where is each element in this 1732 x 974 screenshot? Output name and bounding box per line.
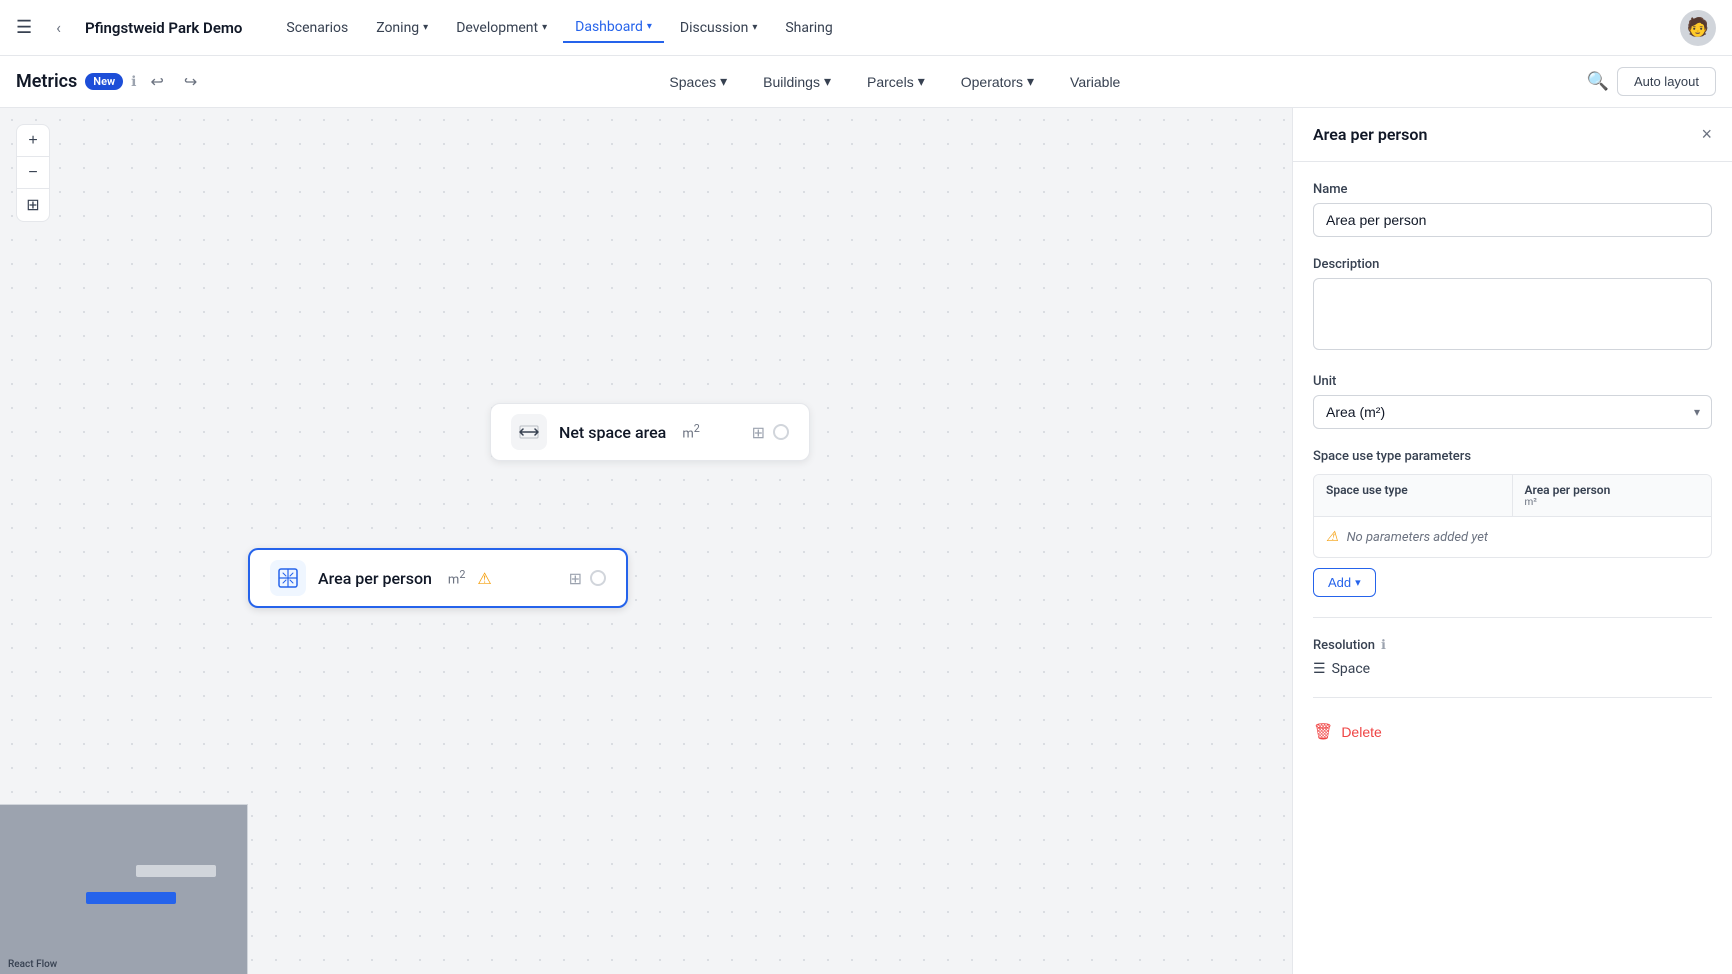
nav-scenarios[interactable]: Scenarios <box>274 13 360 43</box>
spaces-tool[interactable]: Spaces ▾ <box>653 67 743 96</box>
trash-icon: 🗑 <box>1313 722 1333 742</box>
area-person-table-icon[interactable]: ⊞ <box>569 569 582 588</box>
close-panel-button[interactable]: × <box>1701 124 1712 145</box>
sut-warning-icon: ⚠ <box>1326 529 1339 545</box>
zoom-out-button[interactable]: − <box>17 157 49 189</box>
node-net-space[interactable]: Net space area m2 ⊞ <box>490 403 810 461</box>
add-button-wrapper: Add ▾ <box>1313 568 1712 597</box>
zoom-in-button[interactable]: + <box>17 125 49 157</box>
resolution-value: ☰ Space <box>1313 661 1712 677</box>
sut-table-header: Space use type Area per person m² <box>1314 475 1711 517</box>
canvas[interactable]: + − ⊞ Net space area m2 ⊞ <box>0 108 1292 974</box>
toolbar: Metrics New ℹ ↩ ↪ Spaces ▾ Buildings ▾ P… <box>0 56 1732 108</box>
minimap-node-2 <box>86 892 176 904</box>
resolution-header: Resolution ℹ <box>1313 638 1712 653</box>
minimap: React Flow <box>0 804 248 974</box>
sut-empty-row: ⚠ No parameters added yet <box>1314 517 1711 557</box>
resolution-info-icon[interactable]: ℹ <box>1381 638 1386 653</box>
avatar[interactable]: 🧑 <box>1680 10 1716 46</box>
sut-col-type: Space use type <box>1314 475 1513 516</box>
name-label: Name <box>1313 182 1712 197</box>
info-icon[interactable]: ℹ <box>131 74 136 90</box>
name-input[interactable] <box>1313 203 1712 237</box>
area-person-unit: m2 <box>448 568 466 587</box>
minimap-label: React Flow <box>0 955 247 974</box>
divider-1 <box>1313 617 1712 618</box>
nav-development[interactable]: Development ▾ <box>444 13 559 43</box>
panel-title: Area per person <box>1313 125 1427 144</box>
delete-section: 🗑 Delete <box>1313 718 1712 746</box>
nav-zoning[interactable]: Zoning ▾ <box>364 13 440 43</box>
undo-button[interactable]: ↩ <box>144 68 169 96</box>
panel-body: Name Description Unit Area (m²) Length (… <box>1293 162 1732 766</box>
space-use-type-section: Space use type parameters Space use type… <box>1313 449 1712 597</box>
net-space-label: Net space area <box>559 423 666 442</box>
unit-select[interactable]: Area (m²) Length (m) Count Percentage (%… <box>1313 395 1712 429</box>
auto-layout-button[interactable]: Auto layout <box>1617 67 1716 96</box>
name-field: Name <box>1313 182 1712 237</box>
hamburger-icon[interactable]: ☰ <box>16 17 32 38</box>
zoom-controls: + − ⊞ <box>16 124 50 222</box>
node-area-person[interactable]: Area per person m2 ⚠ ⊞ <box>248 548 628 608</box>
toolbar-right: 🔍 Auto layout <box>1587 67 1716 96</box>
new-badge[interactable]: New <box>85 73 123 90</box>
add-parameter-button[interactable]: Add ▾ <box>1313 568 1376 597</box>
unit-label: Unit <box>1313 374 1712 389</box>
nav-dashboard[interactable]: Dashboard ▾ <box>563 13 664 43</box>
variable-tool[interactable]: Variable <box>1054 67 1136 96</box>
resolution-section: Resolution ℹ ☰ Space <box>1313 638 1712 677</box>
divider-2 <box>1313 697 1712 698</box>
unit-field: Unit Area (m²) Length (m) Count Percenta… <box>1313 374 1712 429</box>
description-field: Description <box>1313 257 1712 354</box>
resolution-title: Resolution <box>1313 638 1375 653</box>
nav-items: Scenarios Zoning ▾ Development ▾ Dashboa… <box>274 13 1656 43</box>
operators-tool[interactable]: Operators ▾ <box>945 67 1050 96</box>
minimap-node-1 <box>136 865 216 877</box>
description-label: Description <box>1313 257 1712 272</box>
net-space-connector[interactable] <box>773 424 789 440</box>
page-title: Metrics <box>16 71 77 92</box>
area-person-icon <box>270 560 306 596</box>
net-space-unit: m2 <box>682 422 700 441</box>
add-chevron-icon: ▾ <box>1355 576 1361 589</box>
panel-header: Area per person × <box>1293 108 1732 162</box>
project-title: Pfingstweid Park Demo <box>85 19 242 37</box>
sut-table: Space use type Area per person m² ⚠ No p… <box>1313 474 1712 558</box>
area-person-actions: ⊞ <box>569 569 606 588</box>
area-person-connector[interactable] <box>590 570 606 586</box>
resolution-space-icon: ☰ <box>1313 661 1326 677</box>
nav-sharing[interactable]: Sharing <box>773 13 844 43</box>
unit-select-wrapper: Area (m²) Length (m) Count Percentage (%… <box>1313 395 1712 429</box>
buildings-tool[interactable]: Buildings ▾ <box>747 67 847 96</box>
net-space-table-icon[interactable]: ⊞ <box>752 423 765 442</box>
sut-title: Space use type parameters <box>1313 449 1712 464</box>
right-panel: Area per person × Name Description Unit … <box>1292 108 1732 974</box>
top-navigation: ☰ ‹ Pfingstweid Park Demo Scenarios Zoni… <box>0 0 1732 56</box>
zoom-fit-button[interactable]: ⊞ <box>17 189 49 221</box>
toolbar-center: Spaces ▾ Buildings ▾ Parcels ▾ Operators… <box>211 67 1578 96</box>
back-icon[interactable]: ‹ <box>56 18 61 37</box>
redo-button[interactable]: ↪ <box>178 68 203 96</box>
area-person-label: Area per person <box>318 569 432 588</box>
parcels-tool[interactable]: Parcels ▾ <box>851 67 941 96</box>
warning-icon: ⚠ <box>477 569 491 588</box>
delete-button[interactable]: 🗑 Delete <box>1313 718 1382 746</box>
search-button[interactable]: 🔍 <box>1587 71 1609 92</box>
minimap-content <box>0 805 247 955</box>
toolbar-left: Metrics New ℹ ↩ ↪ <box>16 68 203 96</box>
description-textarea[interactable] <box>1313 278 1712 350</box>
main-area: + − ⊞ Net space area m2 ⊞ <box>0 108 1732 974</box>
net-space-actions: ⊞ <box>752 423 789 442</box>
net-space-icon <box>511 414 547 450</box>
nav-discussion[interactable]: Discussion ▾ <box>668 13 769 43</box>
sut-col-value: Area per person m² <box>1513 475 1712 516</box>
